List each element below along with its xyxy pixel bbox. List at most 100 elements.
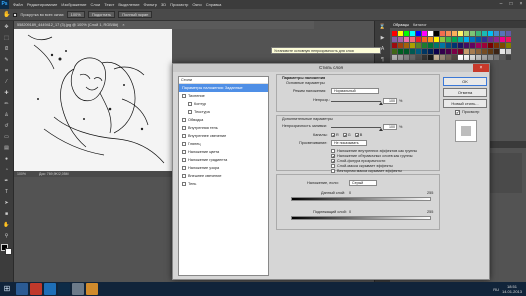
swatch[interactable] bbox=[392, 55, 397, 60]
swatch[interactable] bbox=[428, 43, 433, 48]
swatch[interactable] bbox=[404, 55, 409, 60]
path-select-tool-icon[interactable]: ➤ bbox=[2, 199, 11, 208]
swatch[interactable] bbox=[398, 49, 403, 54]
advanced-option[interactable]: ✔ Наложение обтравочных слоев как группы bbox=[331, 153, 417, 158]
menu-4[interactable]: Текст bbox=[102, 2, 116, 7]
swatch[interactable] bbox=[464, 55, 469, 60]
style-item[interactable]: Внешнее свечение bbox=[179, 172, 268, 180]
style-item[interactable]: Тиснение bbox=[179, 92, 268, 100]
swatch[interactable] bbox=[422, 55, 427, 60]
minimize-icon[interactable]: – bbox=[496, 0, 506, 9]
history-panel-icon[interactable]: ⌛ bbox=[378, 23, 387, 32]
swatch[interactable] bbox=[416, 31, 421, 36]
zoom-status[interactable]: 100% bbox=[17, 172, 26, 176]
stamp-tool-icon[interactable]: ♙ bbox=[2, 111, 11, 120]
app-taskbar-icon[interactable] bbox=[72, 283, 84, 295]
swatch[interactable] bbox=[494, 43, 499, 48]
style-item[interactable]: Текстура bbox=[179, 108, 268, 116]
swatch[interactable] bbox=[422, 49, 427, 54]
new-style-button[interactable]: Новый стиль... bbox=[443, 99, 487, 108]
style-item[interactable]: Параметры наложения: Заданные bbox=[179, 84, 268, 92]
swatch[interactable] bbox=[440, 43, 445, 48]
swatch[interactable] bbox=[446, 55, 451, 60]
actions-panel-icon[interactable]: ▶ bbox=[378, 34, 387, 43]
swatch[interactable] bbox=[392, 43, 397, 48]
swatch[interactable] bbox=[398, 31, 403, 36]
channel-checkbox[interactable]: ✔ bbox=[342, 133, 347, 138]
advanced-option-checkbox[interactable]: ✔ bbox=[331, 153, 335, 158]
swatch[interactable] bbox=[488, 31, 493, 36]
swatch[interactable] bbox=[440, 37, 445, 42]
swatch[interactable] bbox=[506, 43, 511, 48]
fill-opacity-slider[interactable] bbox=[331, 127, 381, 128]
swatch[interactable] bbox=[458, 37, 463, 42]
swatch[interactable] bbox=[470, 55, 475, 60]
swatch[interactable] bbox=[500, 49, 505, 54]
swatch[interactable] bbox=[476, 49, 481, 54]
healing-tool-icon[interactable]: ✚ bbox=[2, 89, 11, 98]
hand-tool-icon[interactable]: ✋ bbox=[3, 11, 10, 18]
swatch[interactable] bbox=[476, 55, 481, 60]
advanced-option[interactable]: Векторная маска скрывает эффекты bbox=[331, 168, 417, 173]
scroll-all-windows-checkbox[interactable] bbox=[13, 12, 18, 17]
ok-button[interactable]: OK bbox=[443, 77, 487, 86]
hand-tool-icon[interactable]: ✋ bbox=[2, 221, 11, 230]
swatch[interactable] bbox=[458, 49, 463, 54]
swatch[interactable] bbox=[404, 49, 409, 54]
blend-mode-select[interactable]: Нормальный bbox=[331, 88, 379, 94]
menu-6[interactable]: Фильтр bbox=[142, 2, 159, 7]
swatch[interactable] bbox=[506, 37, 511, 42]
swatch[interactable] bbox=[452, 49, 457, 54]
swatch[interactable] bbox=[476, 43, 481, 48]
zoom-tool-icon[interactable]: ⚲ bbox=[2, 232, 11, 241]
style-item[interactable]: Контур bbox=[179, 100, 268, 108]
swatch[interactable] bbox=[392, 31, 397, 36]
swatch[interactable] bbox=[458, 31, 463, 36]
advanced-option-checkbox[interactable] bbox=[331, 148, 335, 153]
swatch[interactable] bbox=[440, 49, 445, 54]
fill-opacity-input[interactable]: 100 bbox=[383, 124, 397, 130]
menu-0[interactable]: Файл bbox=[11, 2, 25, 7]
ie-taskbar-icon[interactable] bbox=[44, 283, 56, 295]
style-checkbox[interactable] bbox=[182, 118, 186, 122]
blur-tool-icon[interactable]: ● bbox=[2, 155, 11, 164]
eyedropper-tool-icon[interactable]: ⁄ bbox=[2, 78, 11, 87]
swatch[interactable] bbox=[476, 31, 481, 36]
channel-G[interactable]: ✔ G bbox=[342, 133, 351, 138]
menu-10[interactable]: Справка bbox=[204, 2, 224, 7]
swatch[interactable] bbox=[470, 49, 475, 54]
style-checkbox[interactable] bbox=[188, 102, 192, 106]
style-checkbox[interactable] bbox=[182, 158, 186, 162]
swatch[interactable] bbox=[500, 55, 505, 60]
swatch[interactable] bbox=[506, 55, 511, 60]
crop-tool-icon[interactable]: ⌗ bbox=[2, 67, 11, 76]
eraser-tool-icon[interactable]: ▭ bbox=[2, 133, 11, 142]
swatch[interactable] bbox=[488, 37, 493, 42]
swatch[interactable] bbox=[404, 43, 409, 48]
swatch[interactable] bbox=[446, 31, 451, 36]
advanced-option[interactable]: Наложение внутренних эффектов как группы bbox=[331, 148, 417, 153]
opacity-slider[interactable] bbox=[331, 101, 381, 102]
swatch[interactable] bbox=[488, 55, 493, 60]
swatch[interactable] bbox=[482, 55, 487, 60]
swatch[interactable] bbox=[482, 31, 487, 36]
dodge-tool-icon[interactable]: ◔ bbox=[2, 166, 11, 175]
swatch[interactable] bbox=[416, 37, 421, 42]
color-swatches[interactable] bbox=[0, 244, 13, 256]
browser-taskbar-icon[interactable] bbox=[30, 283, 42, 295]
swatch[interactable] bbox=[440, 31, 445, 36]
swatch[interactable] bbox=[464, 37, 469, 42]
swatch[interactable] bbox=[422, 37, 427, 42]
style-checkbox[interactable] bbox=[182, 150, 186, 154]
swatch[interactable] bbox=[410, 37, 415, 42]
marquee-tool-icon[interactable]: ⬚ bbox=[2, 34, 11, 43]
swatch[interactable] bbox=[458, 55, 463, 60]
style-item[interactable]: Внутренняя тень bbox=[179, 124, 268, 132]
swatch[interactable] bbox=[500, 37, 505, 42]
swatch[interactable] bbox=[416, 43, 421, 48]
swatch[interactable] bbox=[410, 31, 415, 36]
style-item[interactable]: Внутреннее свечение bbox=[179, 132, 268, 140]
knockout-select[interactable]: Не показывать bbox=[331, 140, 367, 146]
zoom-100-button[interactable]: 100% bbox=[66, 11, 85, 18]
swatch[interactable] bbox=[506, 31, 511, 36]
